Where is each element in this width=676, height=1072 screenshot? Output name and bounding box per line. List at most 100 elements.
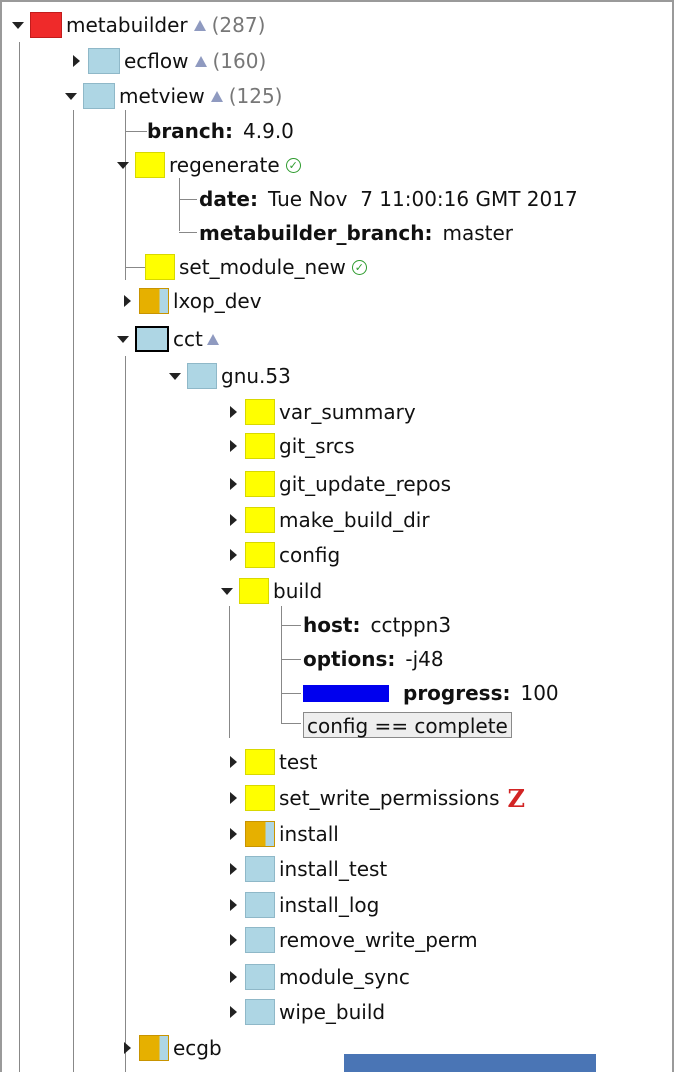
node-label: remove_write_perm bbox=[279, 928, 478, 952]
tree-node-build[interactable]: build bbox=[221, 574, 322, 608]
status-box-queued bbox=[88, 48, 120, 74]
tree-node-install[interactable]: install bbox=[227, 817, 339, 851]
node-count: (125) bbox=[228, 84, 283, 108]
tree-guide-line bbox=[125, 356, 126, 1072]
collapsed-icon[interactable] bbox=[227, 756, 239, 768]
tree-guide-line bbox=[179, 232, 197, 233]
tree-node-gnu53[interactable]: gnu.53 bbox=[169, 359, 291, 393]
bottom-tooltip-bar bbox=[344, 1054, 596, 1072]
frame-top bbox=[0, 0, 672, 2]
node-label: metabuilder bbox=[66, 13, 188, 37]
collapsed-icon[interactable] bbox=[227, 792, 239, 804]
node-label: lxop_dev bbox=[173, 289, 262, 313]
tree-node-metview[interactable]: metview (125) bbox=[65, 79, 282, 113]
tree-guide-line bbox=[179, 199, 197, 200]
triangle-up-icon bbox=[193, 19, 206, 31]
frame-right bbox=[672, 0, 674, 1072]
tree-node-lxop-dev[interactable]: lxop_dev bbox=[121, 284, 262, 318]
collapsed-icon[interactable] bbox=[227, 514, 239, 526]
tree-attr-metabuilder-branch[interactable]: metabuilder_branch: master bbox=[199, 216, 513, 250]
tree-guide-line bbox=[19, 42, 20, 1072]
attr-value: 4.9.0 bbox=[243, 119, 294, 143]
tree-node-ecflow[interactable]: ecflow (160) bbox=[70, 44, 266, 78]
collapsed-icon[interactable] bbox=[227, 863, 239, 875]
expanded-icon[interactable] bbox=[12, 19, 24, 31]
expanded-icon[interactable] bbox=[221, 585, 233, 597]
expanded-icon[interactable] bbox=[117, 333, 129, 345]
tree-node-regenerate[interactable]: regenerate ✓ bbox=[117, 148, 301, 182]
node-label: gnu.53 bbox=[221, 364, 291, 388]
collapsed-icon[interactable] bbox=[227, 828, 239, 840]
node-label: install_log bbox=[279, 893, 380, 917]
tree-guide-line bbox=[281, 606, 282, 723]
tree-guide-line bbox=[281, 659, 301, 660]
status-box-submitted bbox=[245, 749, 275, 775]
tree-node-set-write-permissions[interactable]: set_write_permissions Z bbox=[227, 781, 525, 815]
collapsed-icon[interactable] bbox=[70, 55, 82, 67]
tree-node-cct[interactable]: cct bbox=[117, 322, 225, 356]
tree-node-wipe-build[interactable]: wipe_build bbox=[227, 995, 385, 1029]
tree-node-git-update-repos[interactable]: git_update_repos bbox=[227, 467, 451, 501]
tree-guide-line bbox=[281, 723, 301, 724]
status-box-submitted bbox=[245, 399, 275, 425]
expanded-icon[interactable] bbox=[117, 159, 129, 171]
collapsed-icon[interactable] bbox=[121, 295, 133, 307]
tree-node-make-build-dir[interactable]: make_build_dir bbox=[227, 503, 430, 537]
status-box-submitted bbox=[135, 152, 165, 178]
triangle-up-icon bbox=[206, 333, 219, 345]
tree-guide-line bbox=[281, 693, 301, 694]
status-box-submitted bbox=[245, 507, 275, 533]
collapsed-icon[interactable] bbox=[227, 549, 239, 561]
tree-node-ecgb[interactable]: ecgb bbox=[121, 1031, 222, 1065]
node-label: module_sync bbox=[279, 965, 410, 989]
tree-node-set-module-new[interactable]: set_module_new ✓ bbox=[145, 250, 367, 284]
tree-guide-line bbox=[179, 178, 180, 231]
collapsed-icon[interactable] bbox=[227, 971, 239, 983]
tree-node-install-test[interactable]: install_test bbox=[227, 852, 387, 886]
node-label: config bbox=[279, 543, 341, 567]
tree-attr-options[interactable]: options: -j48 bbox=[303, 642, 444, 676]
collapsed-icon[interactable] bbox=[227, 478, 239, 490]
check-circle-icon: ✓ bbox=[351, 259, 367, 275]
collapsed-icon[interactable] bbox=[227, 899, 239, 911]
node-label: ecflow bbox=[124, 49, 189, 73]
status-box-selected bbox=[135, 326, 169, 352]
status-box-queued bbox=[245, 964, 275, 990]
tree-node-test[interactable]: test bbox=[227, 745, 317, 779]
status-box-active bbox=[139, 288, 169, 314]
collapsed-icon[interactable] bbox=[227, 440, 239, 452]
tree-node-module-sync[interactable]: module_sync bbox=[227, 960, 410, 994]
zombie-z-icon: Z bbox=[507, 783, 526, 813]
tree-attr-progress[interactable]: progress: 100 bbox=[303, 676, 559, 710]
tree-node-metabuilder[interactable]: metabuilder (287) bbox=[12, 8, 265, 42]
tree-node-remove-write-perm[interactable]: remove_write_perm bbox=[227, 923, 478, 957]
tree-node-git-srcs[interactable]: git_srcs bbox=[227, 429, 355, 463]
tree-node-config[interactable]: config bbox=[227, 538, 340, 572]
expanded-icon[interactable] bbox=[169, 370, 181, 382]
tree-attr-trigger[interactable]: config == complete bbox=[303, 708, 512, 742]
status-box-submitted bbox=[239, 578, 269, 604]
trigger-expression: config == complete bbox=[303, 712, 512, 738]
status-box-queued bbox=[245, 927, 275, 953]
status-box-submitted bbox=[145, 254, 175, 280]
node-label: install_test bbox=[279, 857, 388, 881]
expanded-icon[interactable] bbox=[65, 90, 77, 102]
status-box-queued bbox=[245, 856, 275, 882]
tree-attr-date[interactable]: date: Tue Nov 7 11:00:16 GMT 2017 bbox=[199, 182, 578, 216]
tree-guide-line bbox=[229, 606, 230, 738]
tree-node-var-summary[interactable]: var_summary bbox=[227, 395, 416, 429]
attr-key: metabuilder_branch: bbox=[199, 221, 433, 245]
node-label: git_srcs bbox=[279, 434, 355, 458]
attr-value: Tue Nov 7 11:00:16 GMT 2017 bbox=[267, 187, 578, 211]
progress-meter bbox=[303, 684, 389, 702]
status-box-aborted bbox=[30, 12, 62, 38]
collapsed-icon[interactable] bbox=[227, 406, 239, 418]
collapsed-icon[interactable] bbox=[227, 934, 239, 946]
node-label: test bbox=[279, 750, 318, 774]
tree-node-install-log[interactable]: install_log bbox=[227, 888, 379, 922]
node-label: metview bbox=[119, 84, 205, 108]
collapsed-icon[interactable] bbox=[121, 1042, 133, 1054]
collapsed-icon[interactable] bbox=[227, 1006, 239, 1018]
tree-attr-host[interactable]: host: cctppn3 bbox=[303, 608, 451, 642]
tree-attr-branch[interactable]: branch: 4.9.0 bbox=[147, 114, 294, 148]
